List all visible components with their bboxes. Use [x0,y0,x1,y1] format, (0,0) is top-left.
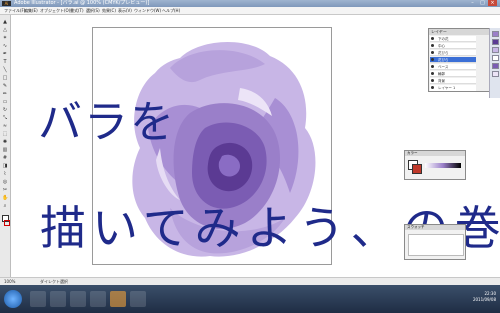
swatches-panel: スウォッチ [404,224,466,260]
close-icon[interactable]: × [488,0,497,6]
color-ramp[interactable] [425,163,461,168]
minimize-icon[interactable]: – [468,0,477,6]
swatches-panel-title: スウォッチ [405,225,465,230]
swatches-area[interactable] [408,234,464,256]
eye-icon[interactable] [431,44,434,47]
swatch[interactable] [492,55,499,61]
blend-tool-icon[interactable]: ◎ [2,179,8,185]
swatch[interactable] [492,31,499,37]
line-tool-icon[interactable]: ╲ [2,67,8,73]
menu-select[interactable]: 選択(S) [86,7,100,14]
clock-date: 2011/09/08 [472,297,496,302]
ie-icon[interactable] [30,291,46,307]
layer-row[interactable]: 背景 [430,78,476,84]
menu-edit[interactable]: 編集(E) [24,7,38,14]
explorer-icon[interactable] [50,291,66,307]
free-transform-tool-icon[interactable]: ⬚ [2,131,8,137]
eye-icon[interactable] [431,65,434,68]
layer-name: 花びら [438,51,449,55]
menu-window[interactable]: ウィンドウ(W) [134,7,161,14]
layer-name: 輪郭 [438,72,445,76]
swatch[interactable] [492,71,499,77]
graph-tool-icon[interactable]: ▥ [2,147,8,153]
start-button-icon[interactable] [4,290,22,308]
window-title: Adobe Illustrator - [バラ.ai @ 100% (CMYK/… [14,0,150,6]
menu-object[interactable]: オブジェクト(O) [40,7,70,14]
type-tool-icon[interactable]: T [2,59,8,65]
eye-icon[interactable] [431,37,434,40]
clock[interactable]: 22:30 2011/09/08 [473,291,496,303]
pen-tool-icon[interactable]: ✒ [2,51,8,57]
eye-icon[interactable] [431,86,434,89]
color-panel-title: カラー [405,151,465,156]
eye-icon[interactable] [431,51,434,54]
layers-panel-title: レイヤー [429,29,489,35]
layer-row[interactable]: 花びら [430,50,476,56]
lasso-tool-icon[interactable]: ∿ [2,43,8,49]
eye-icon[interactable] [431,72,434,75]
layer-name: レイヤー 1 [438,86,456,90]
menu-type[interactable]: 書式(T) [70,7,84,14]
menu-view[interactable]: 表示(V) [118,7,132,14]
layer-row[interactable]: レイヤー 1 [430,85,476,91]
stroke-swatch-icon[interactable] [4,220,10,226]
zoom-tool-icon[interactable]: ⌕ [2,203,8,209]
paintbrush-tool-icon[interactable]: ✎ [2,83,8,89]
magic-wand-tool-icon[interactable]: ✶ [2,35,8,41]
layer-row[interactable]: ベース [430,64,476,70]
swatch-strip [489,28,500,98]
eraser-tool-icon[interactable]: ▭ [2,99,8,105]
slice-tool-icon[interactable]: ✂ [2,187,8,193]
warp-tool-icon[interactable]: ≈ [2,123,8,129]
layer-row[interactable]: 輪郭 [430,71,476,77]
illustrator-icon[interactable] [110,291,126,307]
eye-icon[interactable] [431,79,434,82]
layer-name: ベース [438,65,449,69]
scale-tool-icon[interactable]: ⤡ [2,115,8,121]
layer-name: 背景 [438,79,445,83]
hand-tool-icon[interactable]: ✋ [2,195,8,201]
eyedropper-tool-icon[interactable]: ⌇ [2,171,8,177]
rectangle-tool-icon[interactable]: □ [2,75,8,81]
menu-help[interactable]: ヘルプ(H) [162,7,180,14]
rotate-tool-icon[interactable]: ↻ [2,107,8,113]
layer-row[interactable]: 下の花 [430,36,476,42]
title-bar: Ai Adobe Illustrator - [バラ.ai @ 100% (CM… [0,0,500,7]
swatch[interactable] [492,47,499,53]
swatch[interactable] [492,39,499,45]
app-logo-icon: Ai [2,1,11,6]
menu-bar: ファイル(F) 編集(E) オブジェクト(O) 書式(T) 選択(S) 効果(C… [0,7,500,15]
layer-name: 中心 [438,44,445,48]
overlay-title-line1: バラを [38,97,176,148]
taskbar: 22:30 2011/09/08 [0,285,500,313]
layer-name: 下の花 [438,37,449,41]
chrome-icon[interactable] [90,291,106,307]
color-panel: カラー [404,150,466,180]
stroke-color-icon[interactable] [412,164,422,174]
layer-row[interactable]: 中心 [430,43,476,49]
swatch[interactable] [492,63,499,69]
layer-name: 花びら [438,58,449,62]
direct-selection-tool-icon[interactable]: △ [2,27,8,33]
menu-file[interactable]: ファイル(F) [4,7,25,14]
media-player-icon[interactable] [70,291,86,307]
photoshop-icon[interactable] [130,291,146,307]
eye-icon[interactable] [431,58,434,61]
layers-panel: レイヤー 下の花 中心 花びら 花びら ベース 輪郭 背景 レイヤー 1 [428,28,490,92]
symbol-sprayer-tool-icon[interactable]: ✺ [2,139,8,145]
menu-effect[interactable]: 効果(C) [102,7,116,14]
maximize-icon[interactable]: □ [478,0,487,6]
selection-tool-icon[interactable]: ▲ [2,19,8,25]
gradient-tool-icon[interactable]: ◨ [2,163,8,169]
pencil-tool-icon[interactable]: ✏ [2,91,8,97]
tools-panel: ▲ △ ✶ ∿ ✒ T ╲ □ ✎ ✏ ▭ ↻ ⤡ ≈ ⬚ ✺ ▥ # ◨ ⌇ … [0,15,11,277]
mesh-tool-icon[interactable]: # [2,155,8,161]
layer-row-selected[interactable]: 花びら [430,57,476,63]
